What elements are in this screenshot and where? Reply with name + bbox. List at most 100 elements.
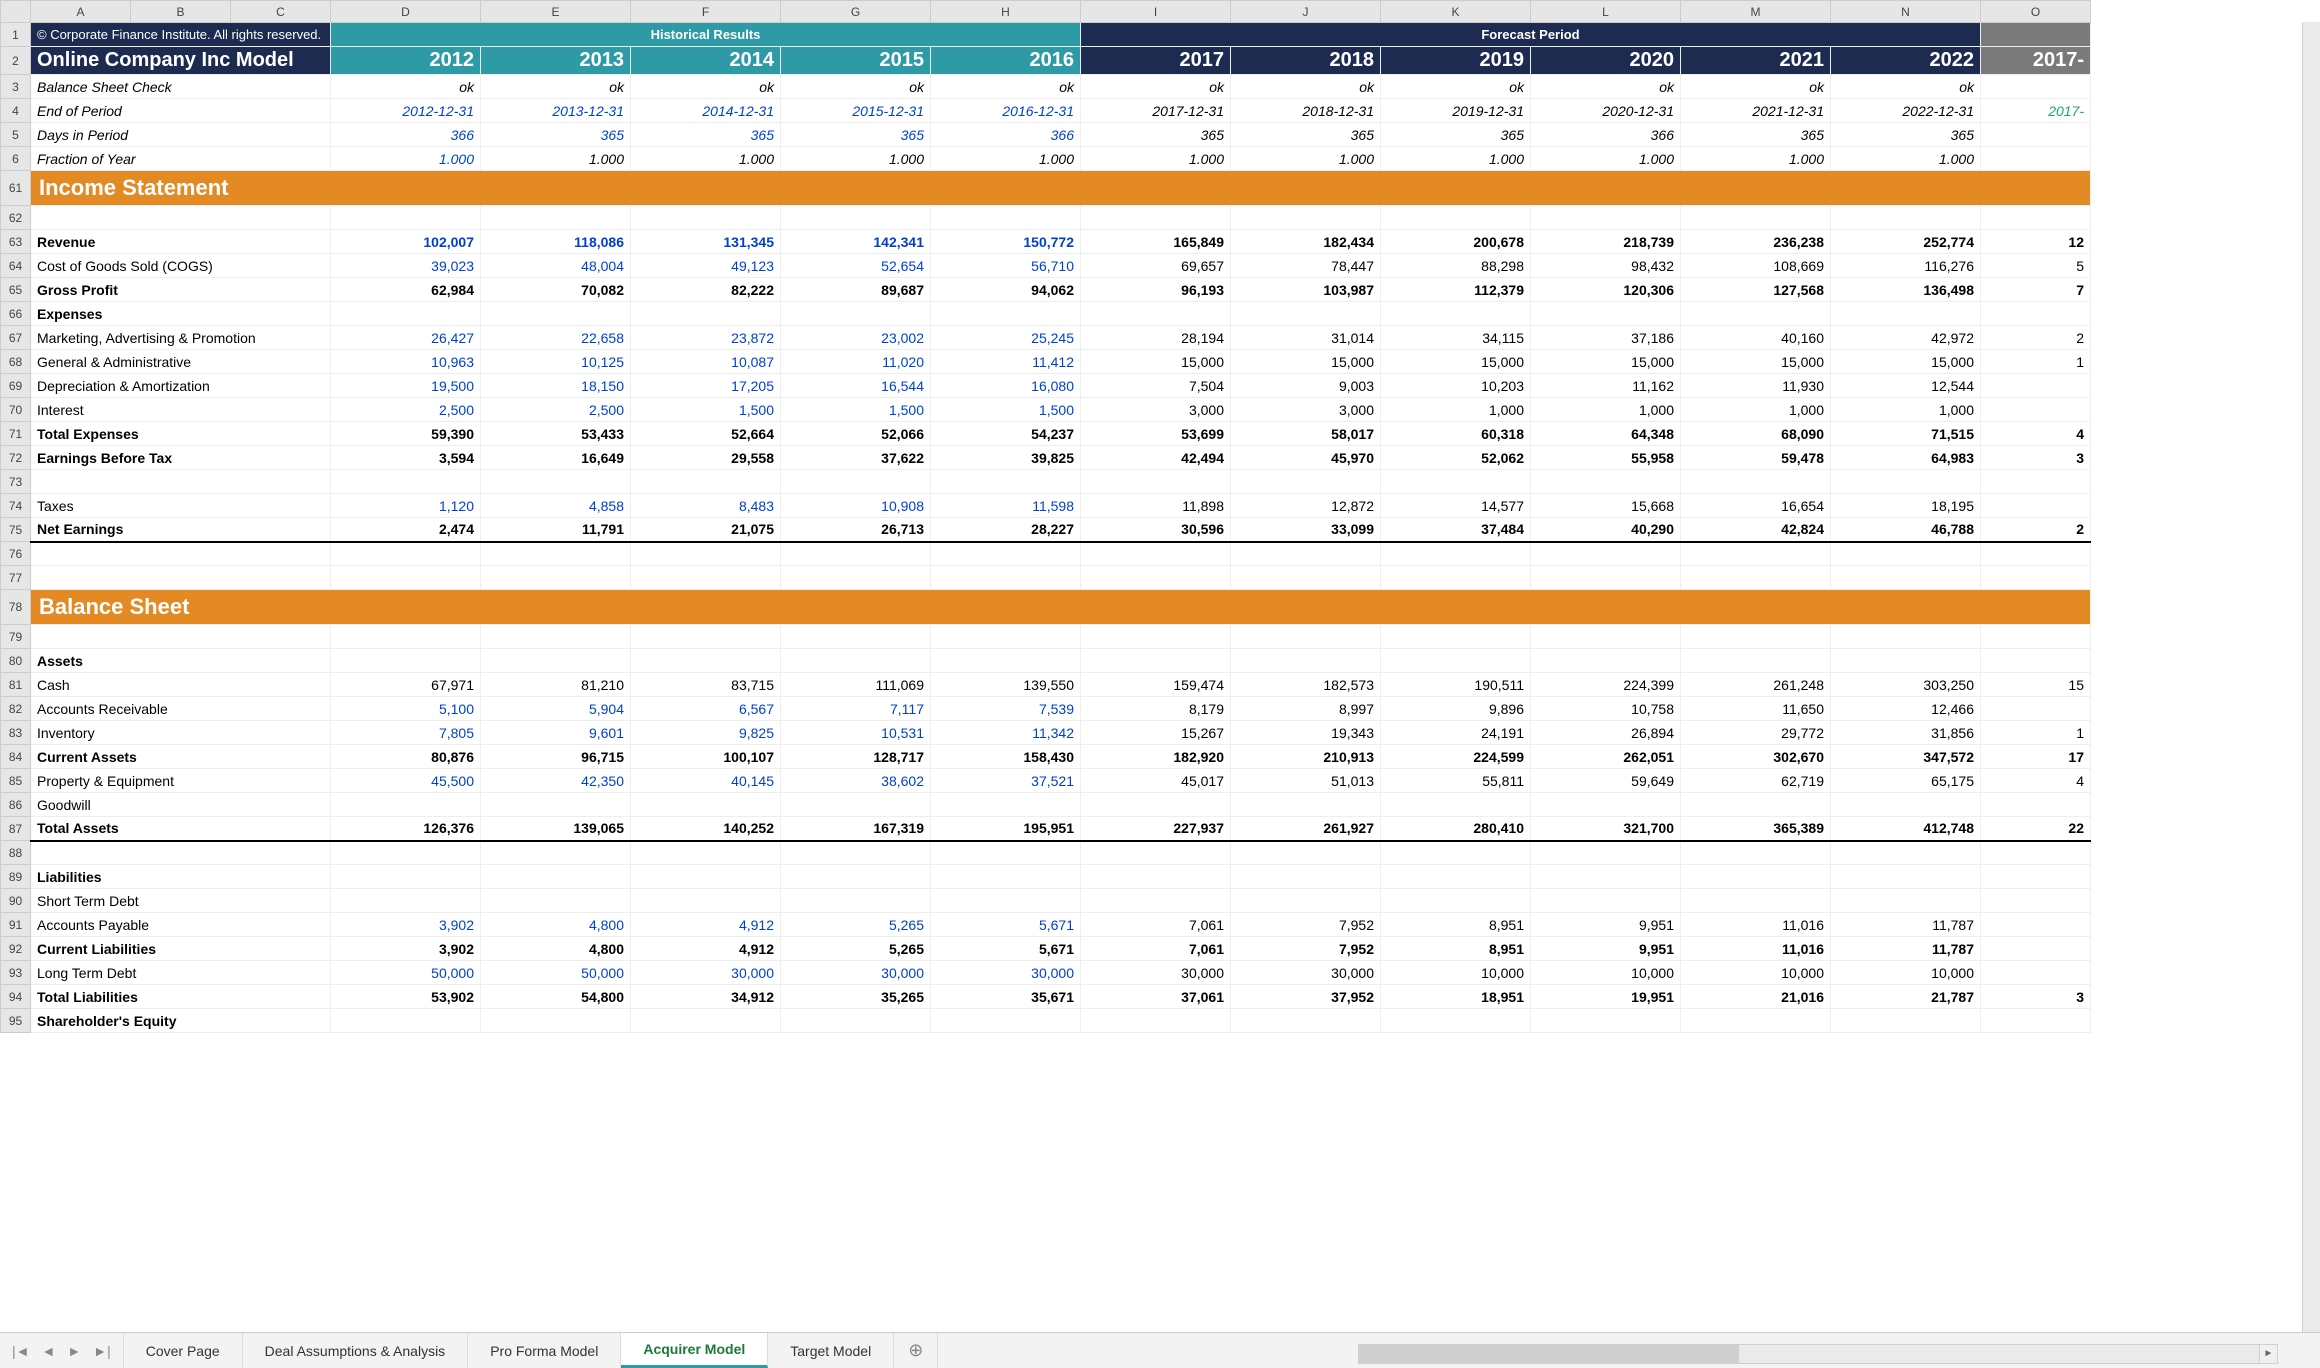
row-header[interactable]: 92 [1,937,31,961]
cell[interactable] [1831,841,1981,865]
cell[interactable] [1531,470,1681,494]
row-label[interactable]: Net Earnings [31,518,331,542]
cell[interactable]: 40,290 [1531,518,1681,542]
cell[interactable] [1381,302,1531,326]
cell[interactable] [1831,542,1981,566]
year-header[interactable]: 2015 [781,47,931,75]
cell[interactable]: 7,117 [781,697,931,721]
cell[interactable] [1381,470,1531,494]
cell[interactable] [481,865,631,889]
cell[interactable] [781,542,931,566]
cell[interactable]: 1.000 [1231,147,1381,171]
row-header[interactable]: 73 [1,470,31,494]
cell[interactable]: 3,902 [331,937,481,961]
row-header[interactable]: 67 [1,326,31,350]
column-header[interactable]: M [1681,1,1831,23]
cell[interactable]: 15,000 [1081,350,1231,374]
cell[interactable]: 2021-12-31 [1681,99,1831,123]
cell[interactable] [1381,865,1531,889]
cell[interactable]: 9,601 [481,721,631,745]
cell[interactable]: 15,267 [1081,721,1231,745]
cell[interactable]: 118,086 [481,230,631,254]
row-label[interactable]: Total Expenses [31,422,331,446]
cell[interactable]: 2022-12-31 [1831,99,1981,123]
tab-last-icon[interactable]: ►| [87,1343,117,1359]
cell[interactable]: 70,082 [481,278,631,302]
row-header[interactable]: 61 [1,171,31,206]
cell[interactable]: 2,500 [331,398,481,422]
cell[interactable]: 365 [1681,123,1831,147]
horizontal-scrollbar[interactable]: ◄ ► [1358,1344,2278,1364]
cell[interactable]: 10,000 [1531,961,1681,985]
cell[interactable] [481,302,631,326]
column-header[interactable]: E [481,1,631,23]
cell[interactable] [1831,206,1981,230]
cell[interactable]: 224,399 [1531,673,1681,697]
cell[interactable]: 303,250 [1831,673,1981,697]
cell[interactable]: 34,912 [631,985,781,1009]
cell[interactable]: 1,000 [1681,398,1831,422]
cell[interactable]: 2017-12-31 [1081,99,1231,123]
cell[interactable]: 17,205 [631,374,781,398]
tab-first-icon[interactable]: |◄ [6,1343,36,1359]
cell[interactable] [481,206,631,230]
cell[interactable] [781,625,931,649]
year-header[interactable]: 2021 [1681,47,1831,75]
cell[interactable]: 347,572 [1831,745,1981,769]
cell[interactable] [1381,542,1531,566]
cell[interactable]: 11,791 [481,518,631,542]
row-label[interactable]: Liabilities [31,865,331,889]
cell[interactable] [1681,793,1831,817]
cell[interactable]: 5,265 [781,937,931,961]
cell[interactable] [931,889,1081,913]
cell[interactable]: 182,434 [1231,230,1381,254]
cell[interactable] [1981,913,2091,937]
row-label[interactable]: Accounts Payable [31,913,331,937]
row-label[interactable]: Long Term Debt [31,961,331,985]
cell[interactable]: 2013-12-31 [481,99,631,123]
cell[interactable]: 10,531 [781,721,931,745]
cell[interactable] [481,889,631,913]
row-label[interactable]: Expenses [31,302,331,326]
cell[interactable]: 236,238 [1681,230,1831,254]
cell[interactable]: 139,550 [931,673,1081,697]
cell[interactable]: 40,145 [631,769,781,793]
cell[interactable]: 37,061 [1081,985,1231,1009]
row-label[interactable]: Shareholder's Equity [31,1009,331,1033]
cell[interactable] [481,625,631,649]
cell[interactable] [1231,793,1381,817]
cell[interactable]: 150,772 [931,230,1081,254]
cell[interactable]: 48,004 [481,254,631,278]
cell[interactable]: 131,345 [631,230,781,254]
cell[interactable]: ok [331,75,481,99]
cell[interactable]: 33,099 [1231,518,1381,542]
cell[interactable] [1531,302,1681,326]
cell[interactable]: 5,671 [931,913,1081,937]
cell[interactable] [1681,470,1831,494]
cell[interactable] [781,841,931,865]
cell[interactable]: 4 [1981,422,2091,446]
cell[interactable]: 35,265 [781,985,931,1009]
cell[interactable]: 365 [781,123,931,147]
cell[interactable] [1681,865,1831,889]
cell[interactable]: 102,007 [331,230,481,254]
cell[interactable] [1681,841,1831,865]
cell[interactable] [931,793,1081,817]
cell[interactable] [1231,566,1381,590]
column-header[interactable]: K [1381,1,1531,23]
cell[interactable]: 1.000 [931,147,1081,171]
cell[interactable]: 2012-12-31 [331,99,481,123]
cell[interactable]: 34,115 [1381,326,1531,350]
cell[interactable]: 8,951 [1381,913,1531,937]
cell[interactable]: 28,194 [1081,326,1231,350]
cell[interactable] [781,470,931,494]
cell[interactable] [1981,206,2091,230]
cell[interactable]: 11,930 [1681,374,1831,398]
cell[interactable]: 37,186 [1531,326,1681,350]
cell[interactable]: 28,227 [931,518,1081,542]
cell[interactable] [1681,542,1831,566]
cell[interactable]: 8,179 [1081,697,1231,721]
cell[interactable]: 7,539 [931,697,1081,721]
cell[interactable]: 218,739 [1531,230,1681,254]
income-statement-header[interactable]: Income Statement [31,171,2091,206]
